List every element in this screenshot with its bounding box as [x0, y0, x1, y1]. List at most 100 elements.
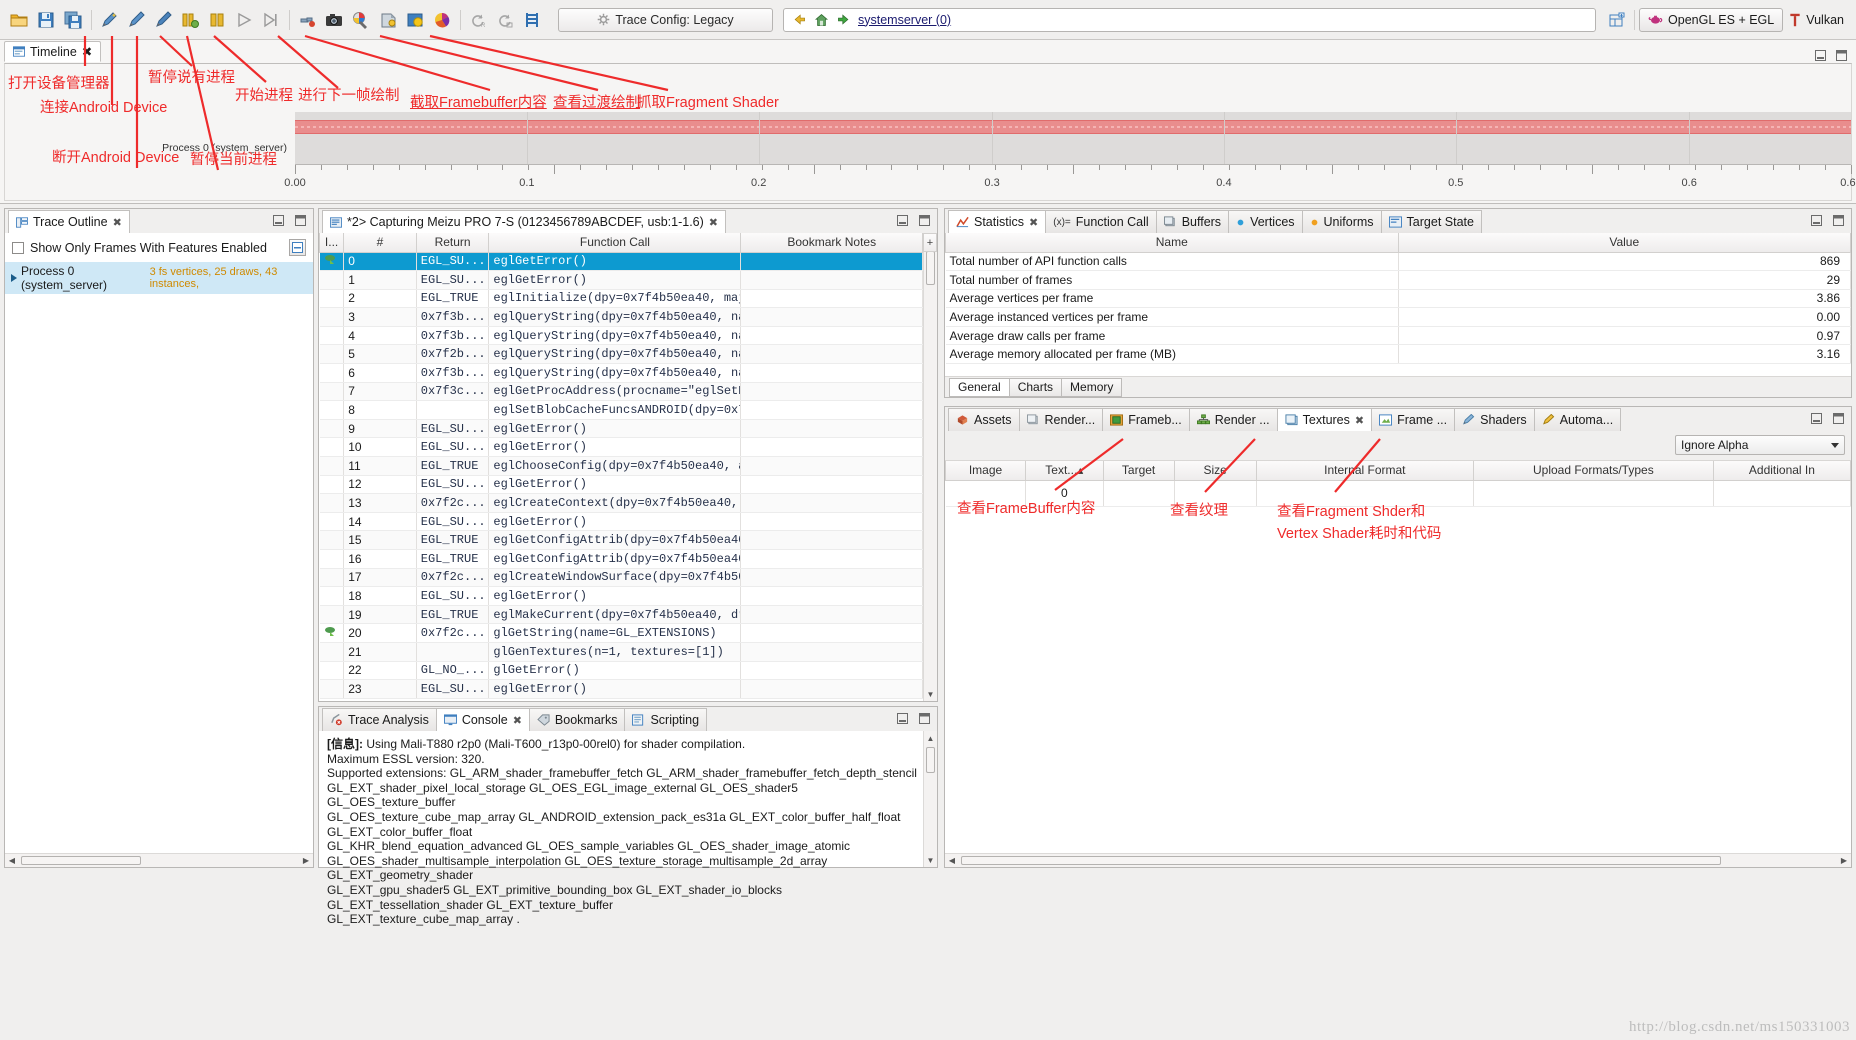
tab-shaders[interactable]: Shaders [1454, 408, 1535, 431]
vscroll-thumb[interactable] [926, 251, 935, 285]
forward-arrow-icon[interactable] [836, 13, 851, 26]
tab-automa[interactable]: Automa... [1533, 408, 1622, 431]
minimize-icon[interactable] [1814, 49, 1827, 62]
tab-timeline[interactable]: Timeline ✖ [4, 41, 102, 62]
col-icon[interactable]: I... [319, 233, 345, 253]
table-row[interactable]: 5 0x7f2b... eglQueryString(dpy=0x7f4b50ea4… [319, 344, 923, 365]
back-arrow-icon[interactable] [792, 13, 807, 26]
col-add-button[interactable]: + [923, 233, 937, 252]
navigation-bar[interactable]: systemserver (0) [783, 7, 1597, 32]
textures-hscroll[interactable]: ◀ ▶ [945, 853, 1851, 867]
minimize-icon[interactable] [272, 214, 285, 227]
tab-textures[interactable]: Textures ✖ [1276, 408, 1373, 431]
table-row[interactable]: Average vertices per frame 3.86 [945, 289, 1851, 309]
timeline-process-bar[interactable] [295, 120, 1851, 134]
table-row[interactable]: 2 EGL_TRUE eglInitialize(dpy=0x7f4b50ea40,… [319, 289, 923, 309]
table-row[interactable]: 12 EGL_SU... eglGetError() [319, 475, 923, 495]
start-process-icon[interactable] [231, 7, 257, 33]
col-target[interactable]: Target [1102, 461, 1175, 481]
textures-table[interactable]: Image Text...▴ Target Size Internal Form… [945, 461, 1852, 507]
col-additional-info[interactable]: Additional In [1712, 461, 1852, 481]
tab-render[interactable]: Render ... [1188, 408, 1278, 431]
timeline-body[interactable]: Process 0 (system_server) 0.00 0.1 0.2 0.3 0… [4, 63, 1856, 201]
tab-frame[interactable]: Frame ... [1371, 408, 1456, 431]
table-row[interactable]: Total number of API function calls 869 [945, 252, 1851, 272]
hscroll-thumb[interactable] [21, 856, 141, 865]
expand-triangle-icon[interactable] [11, 274, 17, 282]
pause-all-processes-icon[interactable] [177, 7, 203, 33]
col-bookmark-notes[interactable]: Bookmark Notes [740, 233, 923, 253]
textures-body[interactable]: Ignore Alpha Image Text...▴ Target Size … [945, 431, 1852, 867]
home-icon[interactable] [814, 13, 829, 27]
shader-icon[interactable] [375, 7, 401, 33]
tab-bookmarks[interactable]: Bookmarks [528, 708, 626, 731]
minimize-icon[interactable] [896, 712, 909, 725]
col-upload-formats[interactable]: Upload Formats/Types [1472, 461, 1714, 481]
table-row[interactable]: Average instanced vertices per frame 0.00 [945, 307, 1851, 327]
table-row[interactable]: 8 eglSetBlobCacheFuncsANDROID(dpy=0x7f4..… [319, 400, 923, 420]
col-function-call[interactable]: Function Call [488, 233, 742, 253]
hscroll-right-arrow[interactable]: ▶ [1837, 854, 1851, 867]
tab-target-state[interactable]: Target State [1380, 210, 1482, 233]
tab-scripting[interactable]: Scripting [624, 708, 708, 731]
timeline-track[interactable] [295, 112, 1851, 164]
disconnect-device-icon[interactable] [150, 7, 176, 33]
col-index[interactable]: # [343, 233, 417, 253]
table-row[interactable]: 0 [945, 480, 1852, 507]
maximize-icon[interactable] [918, 712, 931, 725]
statistics-body[interactable]: Name Value Total number of API function … [945, 233, 1851, 397]
refresh-a-icon[interactable] [492, 7, 518, 33]
function-call-body[interactable]: I... # Return Function Call Bookmark Not… [319, 233, 937, 701]
trace-config-button[interactable]: Trace Config: Legacy [558, 7, 773, 32]
vulkan-button[interactable]: Vulkan [1783, 8, 1850, 32]
table-row[interactable]: 1 EGL_SU... eglGetError() [319, 270, 923, 290]
vscroll-up-arrow[interactable]: ▲ [924, 731, 937, 745]
tab-frameb[interactable]: Frameb... [1102, 408, 1190, 431]
connect-device-icon[interactable] [123, 7, 149, 33]
table-row[interactable]: 13 0x7f2c... eglCreateContext(dpy=0x7f4b50… [319, 493, 923, 513]
table-row[interactable]: 18 EGL_SU... eglGetError() [319, 586, 923, 606]
col-name[interactable]: Name [945, 233, 1399, 253]
maximize-icon[interactable] [1832, 412, 1845, 425]
textures-rows[interactable]: 0 [945, 480, 1852, 507]
ignore-alpha-dropdown[interactable]: Ignore Alpha [1675, 435, 1845, 455]
trace-outline-hscroll[interactable]: ◀ ▶ [5, 853, 313, 867]
table-row[interactable]: 17 0x7f2c... eglCreateWindowSurface(dpy=0x… [319, 568, 923, 588]
tab-trace-outline[interactable]: Trace Outline ✖ [8, 210, 130, 233]
nav-target-link[interactable]: systemserver (0) [858, 13, 951, 27]
table-row[interactable]: 0 EGL_SU... eglGetError() [319, 252, 923, 272]
vscroll-down-arrow[interactable]: ▼ [924, 853, 937, 867]
col-image[interactable]: Image [945, 461, 1026, 481]
col-value[interactable]: Value [1397, 233, 1851, 253]
table-row[interactable]: 20 0x7f2c... glGetString(name=GL_EXTENSION… [319, 623, 923, 643]
tab-buffers[interactable]: Buffers [1155, 210, 1230, 233]
vscroll-thumb[interactable] [926, 747, 935, 773]
save-all-icon[interactable] [60, 7, 86, 33]
hscroll-right-arrow[interactable]: ▶ [299, 854, 313, 867]
minimize-icon[interactable] [896, 214, 909, 227]
col-internal-format[interactable]: Internal Format [1255, 461, 1474, 481]
function-call-table[interactable]: I... # Return Function Call Bookmark Not… [319, 233, 923, 699]
vscroll-down-arrow[interactable]: ▼ [924, 687, 937, 701]
show-only-frames-checkbox[interactable] [12, 241, 24, 254]
table-row[interactable]: 14 EGL_SU... eglGetError() [319, 512, 923, 532]
tab-console[interactable]: Console ✖ [435, 708, 530, 731]
hscroll-thumb[interactable] [961, 856, 1721, 865]
refresh-r-icon[interactable]: R [465, 7, 491, 33]
show-only-frames-row[interactable]: Show Only Frames With Features Enabled [5, 233, 313, 262]
table-row[interactable]: Total number of frames 29 [945, 270, 1851, 290]
console-body[interactable]: [信息]: Using Mali-T880 r2p0 (Mali-T600_r1… [319, 731, 937, 926]
film-icon[interactable] [519, 7, 545, 33]
close-icon[interactable]: ✖ [1029, 216, 1038, 229]
close-icon[interactable]: ✖ [709, 216, 718, 229]
table-row[interactable]: 19 EGL_TRUE eglMakeCurrent(dpy=0x7f4b50ea4… [319, 605, 923, 625]
tab-uniforms[interactable]: Uniforms [1301, 210, 1382, 233]
subtab-memory[interactable]: Memory [1061, 377, 1123, 397]
function-call-rows[interactable]: 0 EGL_SU... eglGetError() 1 EGL_SU... eglGetE… [319, 252, 923, 699]
maximize-icon[interactable] [1832, 214, 1845, 227]
tab-trace-analysis[interactable]: Trace Analysis [322, 708, 437, 731]
close-icon[interactable]: ✖ [513, 714, 522, 727]
col-return[interactable]: Return [415, 233, 490, 253]
light-icon[interactable] [402, 7, 428, 33]
save-icon[interactable] [33, 7, 59, 33]
